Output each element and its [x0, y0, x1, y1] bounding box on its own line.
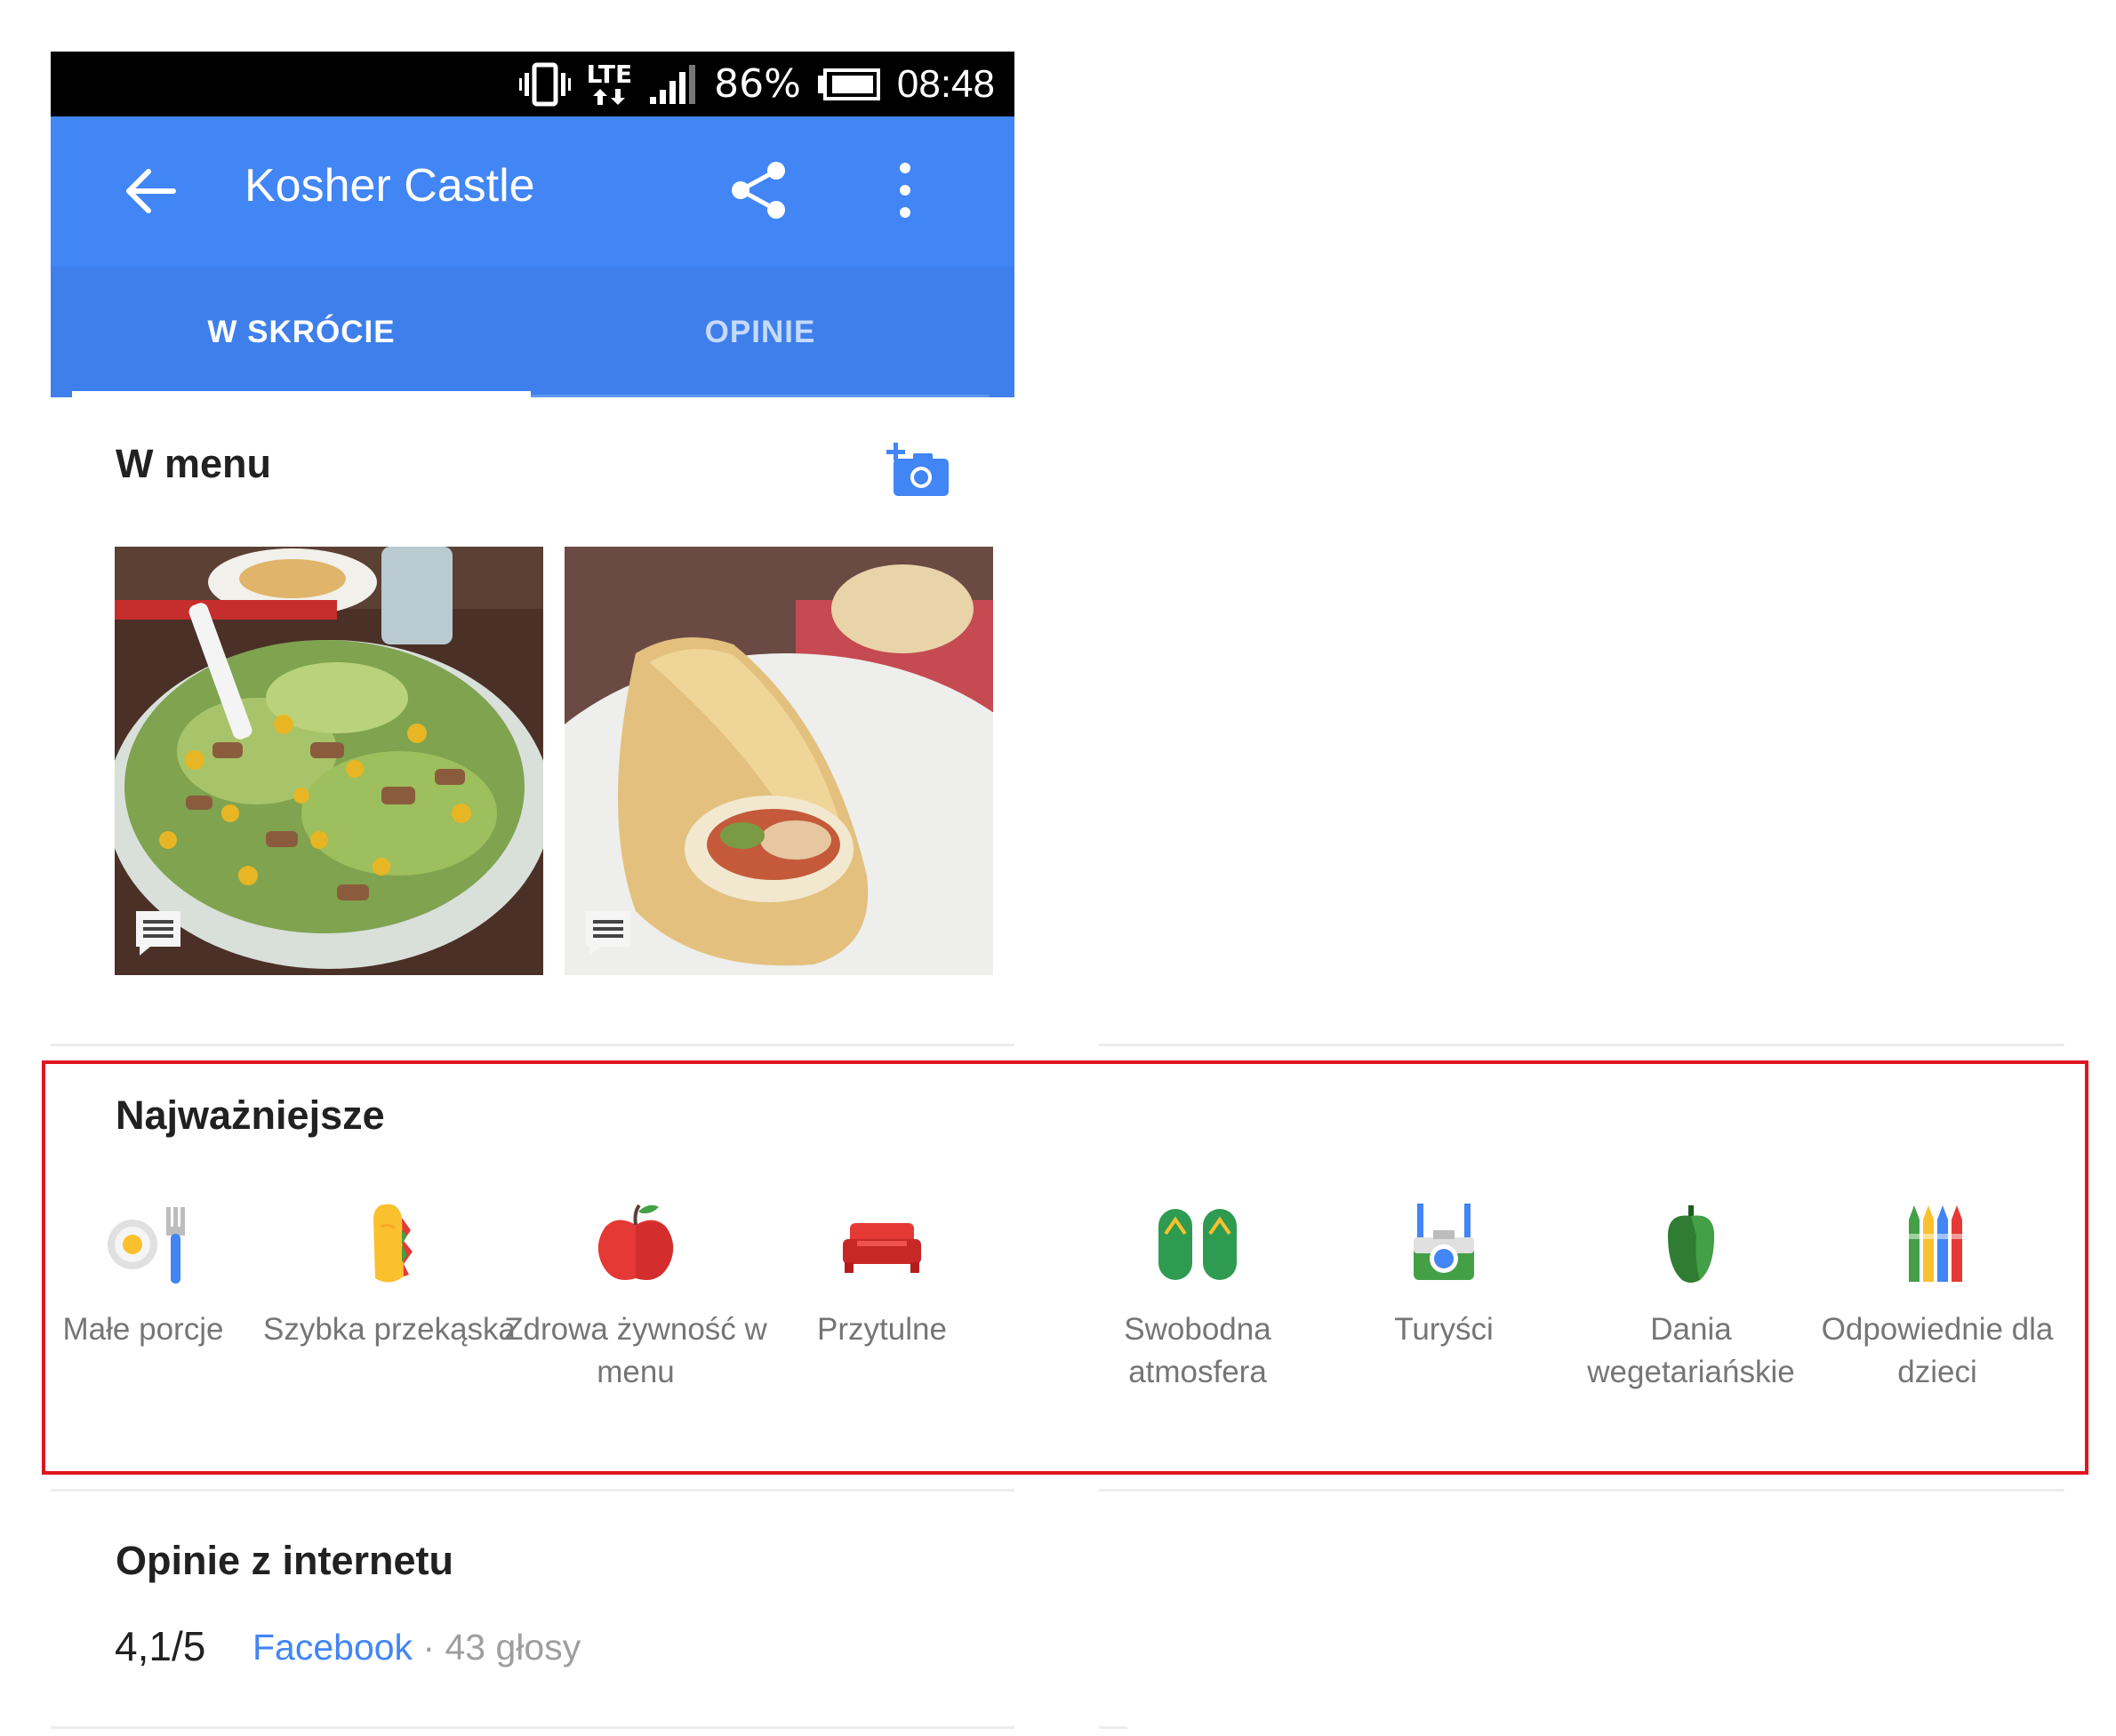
lte-indicator: LTE [586, 59, 633, 107]
app-bar: Kosher Castle [51, 116, 1014, 267]
highlight-label: Swobodna atmosfera [1124, 1312, 1271, 1389]
divider [1099, 1726, 1127, 1729]
highlight-item: Swobodna atmosfera [1064, 1200, 1331, 1394]
comment-icon [136, 911, 180, 956]
battery-icon [817, 68, 880, 100]
separator: · [413, 1627, 445, 1668]
sandwich-photo[interactable] [565, 547, 993, 975]
highlight-item: Małe porcje [10, 1200, 277, 1351]
more-vert-icon[interactable] [892, 159, 918, 221]
highlight-label: Odpowiednie dla dzieci [1821, 1312, 2054, 1389]
tab-underline [531, 395, 990, 397]
highlight-label: Dania wegetariańskie [1587, 1312, 1795, 1389]
quick-bite-icon [373, 1204, 413, 1283]
casual-icon [1158, 1209, 1237, 1280]
kids-icon [1907, 1205, 1964, 1282]
vibrate-icon [518, 62, 571, 106]
menu-heading: W menu [116, 441, 271, 486]
tab-bar: W SKRÓCIE OPINIE [51, 267, 1014, 397]
highlight-item: Szybka przekąska [256, 1200, 523, 1351]
status-bar: LTE 86% 08:48 [51, 52, 1014, 116]
divider [51, 1044, 1014, 1046]
highlight-item: Turyści [1310, 1200, 1577, 1351]
salad-photo[interactable] [115, 547, 543, 975]
highlight-item: Dania wegetariańskie [1558, 1200, 1824, 1394]
signal-icon [650, 64, 696, 104]
share-icon[interactable] [728, 159, 790, 221]
divider [51, 1726, 1014, 1729]
highlight-label: Małe porcje [62, 1312, 224, 1347]
vote-count: 43 głosy [445, 1627, 581, 1668]
highlight-label: Szybka przekąska [262, 1312, 517, 1347]
data-arrows-icon [593, 88, 626, 105]
healthy-food-icon [597, 1204, 674, 1280]
reviews-heading: Opinie z internetu [116, 1538, 454, 1583]
small-portions-icon [108, 1207, 185, 1284]
tourists-icon [1414, 1204, 1474, 1280]
highlight-label: Zdrowa żywność w menu [504, 1312, 767, 1389]
divider [1099, 1044, 2064, 1046]
highlight-label: Przytulne [817, 1312, 947, 1347]
divider [51, 1489, 1014, 1492]
highlights-heading: Najważniejsze [116, 1092, 385, 1138]
tab-overview[interactable]: W SKRÓCIE [72, 267, 531, 397]
highlight-item: Odpowiednie dla dzieci [1804, 1200, 2071, 1394]
place-title: Kosher Castle [244, 160, 535, 212]
back-arrow-icon[interactable] [120, 161, 180, 221]
tab-reviews[interactable]: OPINIE [531, 267, 990, 397]
highlight-item: Przytulne [749, 1200, 1015, 1351]
highlight-label: Turyści [1394, 1312, 1494, 1347]
add-photo-icon[interactable] [886, 443, 950, 498]
vegetarian-icon [1668, 1205, 1714, 1283]
clock: 08:48 [896, 61, 995, 106]
rating-source: Facebook · 43 głosy [252, 1627, 581, 1668]
facebook-link[interactable]: Facebook [252, 1627, 413, 1668]
rating-value: 4,1/5 [115, 1623, 206, 1669]
lte-label: LTE [586, 59, 633, 89]
battery-percent: 86% [714, 61, 801, 107]
cozy-icon [843, 1223, 921, 1273]
highlight-item: Zdrowa żywność w menu [502, 1200, 769, 1394]
comment-icon [586, 911, 630, 956]
divider [1099, 1489, 2064, 1492]
tab-indicator [72, 391, 531, 397]
